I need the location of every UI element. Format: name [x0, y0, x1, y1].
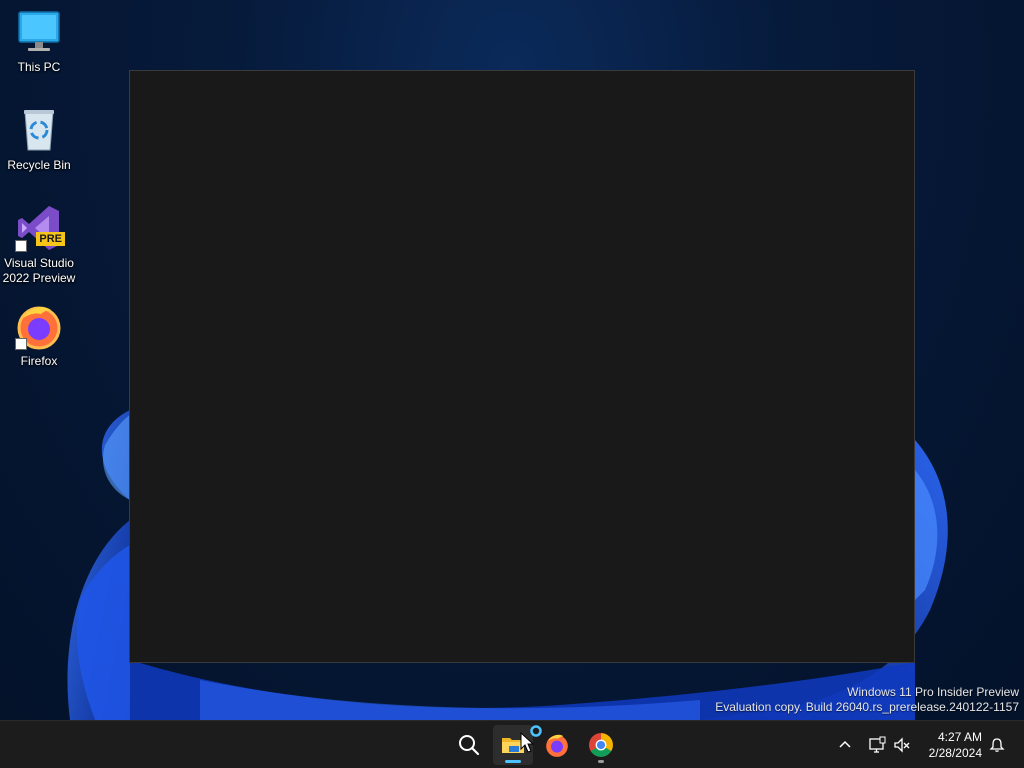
desktop-icon-visual-studio[interactable]: PRE Visual Studio 2022 Preview: [0, 204, 78, 286]
desktop-icon-this-pc[interactable]: This PC: [0, 8, 78, 75]
network-icon: [869, 736, 886, 753]
desktop-icon-label: Firefox: [20, 354, 58, 368]
chevron-up-icon: [839, 740, 851, 748]
firefox-icon: [15, 302, 63, 350]
firefox-icon: [546, 734, 568, 757]
desktop-icon-label: Recycle Bin: [7, 158, 71, 172]
taskbar-search-button[interactable]: [449, 725, 489, 765]
app-window[interactable]: [129, 70, 915, 663]
chrome-icon: [589, 733, 613, 757]
pre-badge: PRE: [36, 232, 65, 246]
active-app-indicator: [505, 760, 521, 763]
taskbar-clock[interactable]: 4:27 AM 2/28/2024: [929, 729, 982, 761]
watermark-line-build: Evaluation copy. Build 26040.rs_prerelea…: [715, 700, 1019, 714]
running-app-indicator: [598, 760, 604, 763]
desktop-icon-firefox[interactable]: Firefox: [0, 302, 78, 369]
clock-date: 2/28/2024: [928, 746, 982, 760]
desktop-icon-label: Visual Studio 2022 Preview: [2, 256, 76, 285]
shortcut-arrow-icon: [15, 240, 27, 252]
watermark-line-edition: Windows 11 Pro Insider Preview: [847, 685, 1019, 699]
monitor-icon: [15, 8, 63, 56]
bell-icon: [989, 738, 1005, 752]
recycle-bin-icon: [15, 106, 63, 154]
search-icon: [459, 735, 480, 756]
visual-studio-icon: PRE: [15, 204, 65, 252]
evaluation-watermark: Windows 11 Pro Insider Preview Evaluatio…: [715, 685, 1019, 715]
desktop: This PC Recycle Bin PRE Visual Studio 20…: [0, 0, 1024, 720]
clock-time: 4:27 AM: [937, 730, 982, 744]
desktop-icon-recycle-bin[interactable]: Recycle Bin: [0, 106, 78, 173]
taskbar: 4:27 AM 2/28/2024: [0, 720, 1024, 768]
shortcut-arrow-icon: [15, 338, 27, 350]
taskbar-chrome-button[interactable]: [581, 725, 621, 765]
desktop-icon-label: This PC: [17, 60, 61, 74]
busy-cursor-icon: [520, 725, 542, 753]
notifications-button[interactable]: [985, 733, 1009, 757]
volume-tray-button[interactable]: [890, 733, 914, 757]
network-tray-button[interactable]: [865, 733, 889, 757]
show-hidden-icons-button[interactable]: [833, 733, 857, 757]
volume-muted-icon: [894, 737, 910, 753]
